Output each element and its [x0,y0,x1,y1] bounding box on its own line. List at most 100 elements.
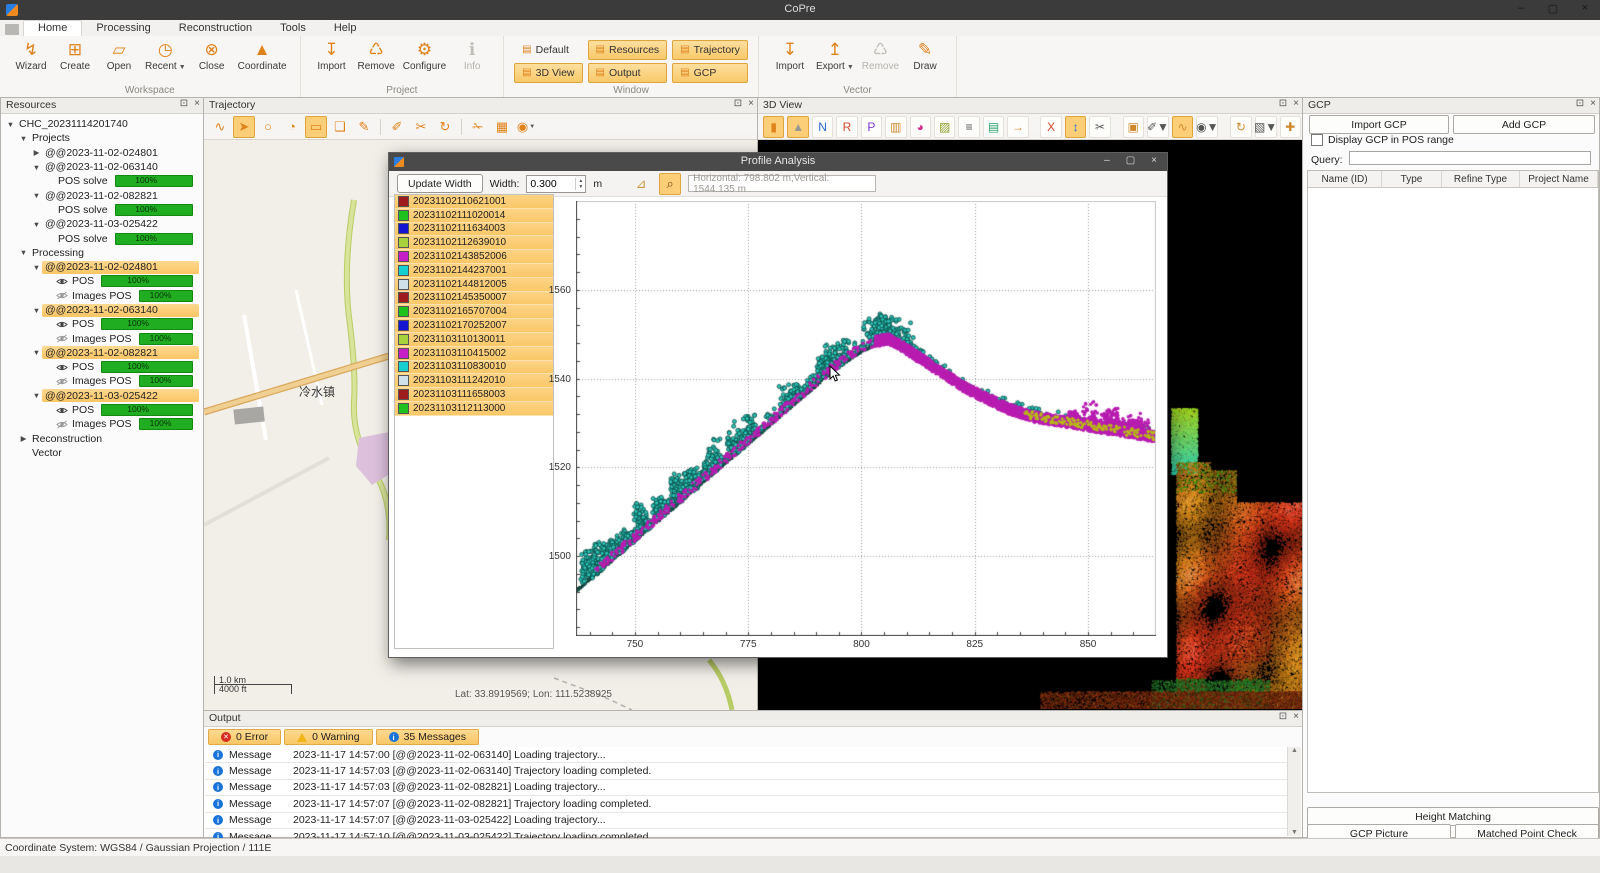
tree-item-images-pos[interactable]: Images POS100% [1,417,203,431]
polygon-select-icon[interactable]: ○ [257,116,279,138]
menu-tab-help[interactable]: Help [320,21,371,36]
ribbon-button-workspace-open[interactable]: ▱Open [98,38,140,84]
float-panel-icon[interactable]: ⊡ [180,98,188,109]
window-toggle-trajectory[interactable]: ▤Trajectory [672,40,748,60]
profile-scan-item[interactable]: 20231103112113000 [395,402,553,416]
tree-item--2023-11-02-024801[interactable]: ▶@@2023-11-02-024801 [1,146,203,160]
tree-item-pos-solve[interactable]: POS solve100% [1,231,203,245]
histogram-icon[interactable]: ▥ [885,116,906,138]
profile-scan-item[interactable]: 20231102165707004 [395,305,553,319]
window-toggle-gcp[interactable]: ▤GCP [672,63,748,83]
float-panel-icon[interactable]: ⊡ [1279,98,1287,109]
tree-item--2023-11-02-063140[interactable]: ▼@@2023-11-02-063140 [1,303,203,317]
profile-section-icon[interactable]: ✁ [467,116,489,138]
pan-point-icon[interactable]: → [1007,116,1028,138]
profile-scan-item[interactable]: 20231102111020014 [395,209,553,223]
import-gcp-button[interactable]: Import GCP [1309,115,1449,134]
ribbon-button-vector-export[interactable]: ↥Export▼ [813,38,857,84]
close-panel-icon[interactable]: × [1293,98,1299,109]
tree-item-vector[interactable]: Vector [1,446,203,460]
visibility-eye-icon[interactable]: ◉▼ [1196,116,1218,138]
minimize-icon[interactable]: – [1104,155,1110,166]
output-message-row[interactable]: iMessage2023-11-17 14:57:03 [@@2023-11-0… [205,780,1288,796]
ribbon-button-workspace-coordinate[interactable]: ▲Coordinate [235,38,290,84]
ribbon-button-project-configure[interactable]: ⚙Configure [400,38,449,84]
eye-off-icon[interactable] [55,334,69,343]
display-mode-cube-icon[interactable]: ▧▼ [1255,116,1277,138]
tree-item-pos[interactable]: POS100% [1,360,203,374]
dropdown-caret-icon[interactable]: ▼ [1157,120,1169,134]
output-message-row[interactable]: iMessage2023-11-17 14:57:07 [@@2023-11-0… [205,796,1288,812]
window-toggle-3d-view[interactable]: ▤3D View [514,63,582,83]
x-lock-icon[interactable]: X [1040,116,1061,138]
ribbon-button-project-remove[interactable]: ♺Remove [355,38,398,84]
menu-tab-tools[interactable]: Tools [266,21,320,36]
float-panel-icon[interactable]: ⊡ [1576,98,1584,109]
profile-scan-item[interactable]: 20231103111658003 [395,388,553,402]
profile-scan-item[interactable]: 20231103110130011 [395,333,553,347]
colorbar-icon[interactable]: ▤ [983,116,1004,138]
output-tab-35-messages[interactable]: i35 Messages [376,729,479,745]
profile-scan-item[interactable]: 20231102110621001 [395,195,553,209]
eye-off-icon[interactable] [55,377,69,386]
rgb-render-icon[interactable]: R [836,116,857,138]
split-scissors-icon[interactable]: ✂ [1089,116,1110,138]
ribbon-button-workspace-create[interactable]: ⊞Create [54,38,96,84]
tree-item-pos[interactable]: POS100% [1,317,203,331]
zoom-magnifier-icon[interactable]: ⌕ [659,173,681,195]
profile-scan-item[interactable]: 20231102143852006 [395,250,553,264]
basemap-icon[interactable]: ▦ [491,116,513,138]
tree-item--2023-11-02-063140[interactable]: ▼@@2023-11-02-063140 [1,160,203,174]
tree-item-pos[interactable]: POS100% [1,274,203,288]
tree-item--2023-11-03-025422[interactable]: ▼@@2023-11-03-025422 [1,389,203,403]
close-icon[interactable]: × [1578,2,1592,15]
output-tab-0-error[interactable]: ✕0 Error [208,729,281,745]
visibility-eye-icon[interactable]: ◉▼ [515,116,537,138]
tree-expander-icon[interactable]: ▼ [31,263,42,272]
copy-icon[interactable]: ❏ [329,116,351,138]
profile-scan-item[interactable]: 20231102170252007 [395,319,553,333]
profile-scan-item[interactable]: 20231103110830010 [395,361,553,375]
tree-item-pos[interactable]: POS100% [1,403,203,417]
tree-expander-icon[interactable]: ▼ [18,248,29,257]
tree-expander-icon[interactable]: ▼ [31,163,42,172]
gcp-column-type[interactable]: Type [1382,171,1442,187]
profile-window-titlebar[interactable]: Profile Analysis – ▢ × [389,153,1167,171]
profile-scan-item[interactable]: 20231102111634003 [395,223,553,237]
tree-item--2023-11-02-082821[interactable]: ▼@@2023-11-02-082821 [1,346,203,360]
ribbon-button-vector-import[interactable]: ↧Import [769,38,811,84]
tree-expander-icon[interactable]: ▼ [31,348,42,357]
profile-scan-item[interactable]: 20231103110415002 [395,347,553,361]
elevation-render-icon[interactable]: ▮ [763,116,784,138]
tree-item--2023-11-02-082821[interactable]: ▼@@2023-11-02-082821 [1,188,203,202]
menu-tab-home[interactable]: Home [23,20,82,36]
gcp-column-project-name[interactable]: Project Name [1520,171,1598,187]
tree-item-reconstruction[interactable]: ▶Reconstruction [1,432,203,446]
tree-item-images-pos[interactable]: Images POS100% [1,289,203,303]
rotate-view-icon[interactable]: ↻ [1230,116,1251,138]
filter-sliders-icon[interactable]: ≡ [958,116,979,138]
color-wheel-icon[interactable]: ◕ [910,116,931,138]
close-icon[interactable]: × [1151,155,1157,166]
dropdown-caret-icon[interactable]: ▼ [1207,120,1219,134]
tree-expander-icon[interactable]: ▼ [31,220,42,229]
query-input[interactable] [1349,151,1591,165]
dropdown-caret-icon[interactable]: ▼ [179,64,186,71]
output-message-row[interactable]: iMessage2023-11-17 14:57:00 [@@2023-11-0… [205,747,1288,763]
brush-icon[interactable]: ✐ [386,116,408,138]
tree-expander-icon[interactable]: ▶ [31,148,42,157]
tree-expander-icon[interactable]: ▼ [5,120,16,129]
add-gcp-button[interactable]: Add GCP [1453,115,1595,134]
spin-arrows-icon[interactable]: ▲▼ [575,178,585,190]
tree-item-processing[interactable]: ▼Processing [1,246,203,260]
eye-icon[interactable] [55,363,69,372]
ribbon-button-vector-draw[interactable]: ✎Draw [904,38,946,84]
cut-icon[interactable]: ✂ [410,116,432,138]
tree-item-pos-solve[interactable]: POS solve100% [1,174,203,188]
width-spinbox[interactable]: ▲▼ [526,175,586,193]
maximize-icon[interactable]: ▢ [1126,155,1135,166]
time-filter-icon[interactable]: ◔ [281,116,303,138]
gcp-column-name-id-[interactable]: Name (ID) [1308,171,1382,187]
tree-expander-icon[interactable]: ▶ [18,434,29,443]
ribbon-button-workspace-recent[interactable]: ◷Recent▼ [142,38,189,84]
